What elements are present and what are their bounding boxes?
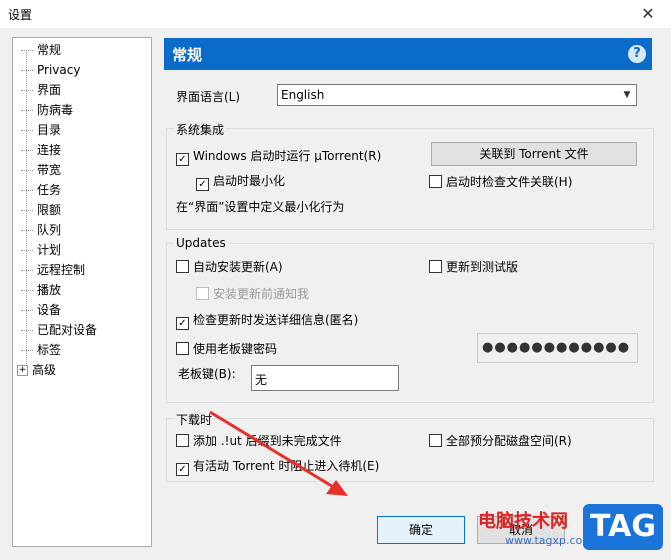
watermark-text: 电脑技术网 bbox=[478, 511, 568, 532]
tag-logo: TAG bbox=[583, 504, 663, 550]
annotation-arrow bbox=[209, 410, 348, 496]
watermark-url: www.tagxp.com bbox=[505, 534, 593, 547]
